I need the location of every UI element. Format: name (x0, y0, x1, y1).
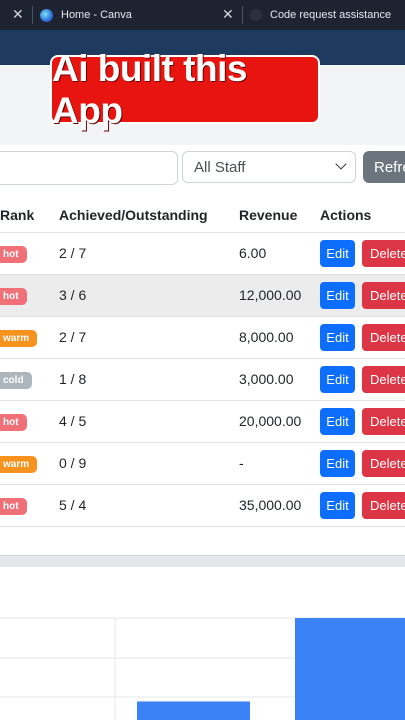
edit-button[interactable]: Edit (320, 366, 355, 393)
chevron-down-icon (335, 158, 347, 170)
rank-badge: hot (0, 246, 27, 263)
delete-button[interactable]: Delete (362, 366, 405, 393)
tab-code-request[interactable]: Code request assistance (250, 0, 391, 30)
rank-badge: cold (0, 372, 32, 389)
edit-button[interactable]: Edit (320, 450, 355, 477)
tab-separator (32, 6, 33, 24)
refresh-label: Refre (374, 158, 405, 176)
achieved-cell: 0 / 9 (59, 455, 87, 471)
table-row: cold 1 / 8 3,000.00 Edit Delete (0, 358, 405, 400)
table-row: hot 2 / 7 6.00 Edit Delete (0, 232, 405, 274)
revenue-cell: - (239, 455, 244, 471)
achieved-cell: 4 / 5 (59, 413, 87, 429)
revenue-cell: 20,000.00 (239, 413, 302, 429)
edit-button[interactable]: Edit (320, 240, 355, 267)
tab-title: Home - Canva (61, 9, 132, 21)
edit-button[interactable]: Edit (320, 408, 355, 435)
delete-button[interactable]: Delete (362, 282, 405, 309)
rank-badge: hot (0, 498, 27, 515)
tab-favicon-icon (250, 9, 262, 21)
delete-button[interactable]: Delete (362, 240, 405, 267)
table-row: hot 3 / 6 12,000.00 Edit Delete (0, 274, 405, 316)
revenue-chart (0, 567, 405, 720)
edit-button[interactable]: Edit (320, 492, 355, 519)
rank-badge: warm (0, 330, 38, 347)
rank-badge: hot (0, 414, 27, 431)
header-actions: Actions (320, 207, 372, 223)
overlay-caption: Ai built this App (50, 48, 320, 131)
revenue-cell: 35,000.00 (239, 497, 302, 513)
staff-select-value: All Staff (194, 158, 246, 176)
delete-button[interactable]: Delete (362, 492, 405, 519)
delete-button[interactable]: Delete (362, 324, 405, 351)
revenue-cell: 12,000.00 (239, 287, 302, 303)
achieved-cell: 2 / 7 (59, 245, 87, 261)
edit-button[interactable]: Edit (320, 324, 355, 351)
tab-separator (242, 6, 243, 24)
rank-badge: warm (0, 456, 38, 473)
header-rank: Rank (0, 207, 35, 223)
close-tab-icon[interactable]: ✕ (12, 6, 24, 23)
achieved-cell: 3 / 6 (59, 287, 87, 303)
achieved-cell: 2 / 7 (59, 329, 87, 345)
header-revenue: Revenue (239, 207, 298, 223)
tab-home-canva[interactable]: Home - Canva (40, 0, 132, 30)
refresh-button[interactable]: Refre (363, 151, 405, 183)
revenue-cell: 8,000.00 (239, 329, 294, 345)
leads-table-body: hot 2 / 7 6.00 Edit Delete hot 3 / 6 12,… (0, 232, 405, 527)
chart-bar (137, 701, 250, 720)
staff-select[interactable]: All Staff (182, 151, 356, 183)
achieved-cell: 5 / 4 (59, 497, 87, 513)
header-achieved: Achieved/Outstanding (59, 207, 208, 223)
search-input[interactable] (0, 151, 178, 185)
table-row: warm 0 / 9 - Edit Delete (0, 442, 405, 484)
delete-button[interactable]: Delete (362, 408, 405, 435)
leads-panel: All Staff Refre Rank Achieved/Outstandin… (0, 145, 405, 555)
rank-badge: hot (0, 288, 27, 305)
chart-canvas (0, 617, 405, 720)
revenue-cell: 3,000.00 (239, 371, 294, 387)
close-tab-icon[interactable]: ✕ (222, 6, 234, 23)
browser-tab-bar: ✕ Home - Canva ✕ Code request assistance (0, 0, 405, 30)
canva-icon (40, 8, 53, 22)
table-row: warm 2 / 7 8,000.00 Edit Delete (0, 316, 405, 358)
table-row: hot 5 / 4 35,000.00 Edit Delete (0, 484, 405, 527)
edit-button[interactable]: Edit (320, 282, 355, 309)
achieved-cell: 1 / 8 (59, 371, 87, 387)
chart-bar (295, 618, 405, 720)
revenue-cell: 6.00 (239, 245, 267, 261)
table-row: hot 4 / 5 20,000.00 Edit Delete (0, 400, 405, 442)
tab-title: Code request assistance (270, 9, 392, 21)
delete-button[interactable]: Delete (362, 450, 405, 477)
